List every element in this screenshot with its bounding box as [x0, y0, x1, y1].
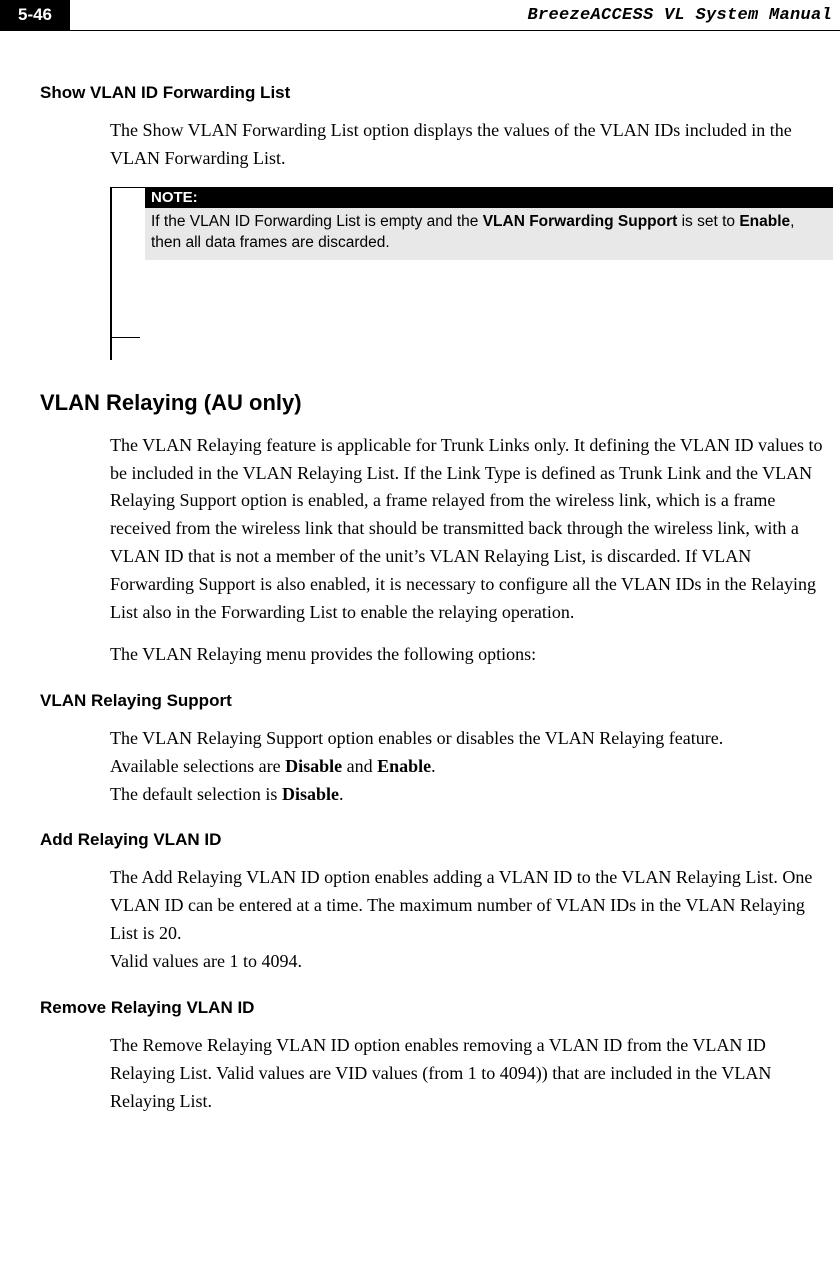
heading-remove-relaying-vlan-id: Remove Relaying VLAN ID [40, 998, 832, 1018]
body-text: The Show VLAN Forwarding List option dis… [110, 117, 832, 173]
note-bold: VLAN Forwarding Support [483, 213, 678, 230]
paragraph: The VLAN Relaying feature is applicable … [110, 432, 832, 627]
callout-line-bottom [110, 337, 140, 339]
text: Available selections are [110, 756, 285, 776]
text: The default selection is [110, 784, 282, 804]
paragraph: The Add Relaying VLAN ID option enables … [110, 864, 832, 948]
heading-vlan-relaying-support: VLAN Relaying Support [40, 691, 832, 711]
callout-line-vert [110, 187, 112, 360]
page-number: 5-46 [0, 0, 70, 30]
note-text: If the VLAN ID Forwarding List is empty … [151, 213, 483, 230]
body-text: The Add Relaying VLAN ID option enables … [110, 864, 832, 976]
bold-text: Disable [285, 756, 342, 776]
paragraph: The Remove Relaying VLAN ID option enabl… [110, 1032, 832, 1116]
manual-title: BreezeACCESS VL System Manual [70, 0, 840, 30]
body-text: The VLAN Relaying feature is applicable … [110, 432, 832, 669]
paragraph: The default selection is Disable. [110, 781, 832, 809]
paragraph: Available selections are Disable and Ena… [110, 753, 832, 781]
page-content: Show VLAN ID Forwarding List The Show VL… [0, 31, 840, 1116]
callout-line-top [110, 187, 145, 189]
paragraph: The VLAN Relaying menu provides the foll… [110, 641, 832, 669]
note-body: If the VLAN ID Forwarding List is empty … [145, 208, 833, 260]
text: and [342, 756, 377, 776]
text: . [431, 756, 436, 776]
note-text: is set to [677, 213, 739, 230]
body-text: The VLAN Relaying Support option enables… [110, 725, 832, 809]
bold-text: Enable [377, 756, 431, 776]
page-header: 5-46 BreezeACCESS VL System Manual [0, 0, 840, 31]
heading-show-vlan-id: Show VLAN ID Forwarding List [40, 83, 832, 103]
paragraph: Valid values are 1 to 4094. [110, 948, 832, 976]
note-box: NOTE: If the VLAN ID Forwarding List is … [145, 187, 833, 260]
heading-add-relaying-vlan-id: Add Relaying VLAN ID [40, 830, 832, 850]
paragraph: The Show VLAN Forwarding List option dis… [110, 117, 832, 173]
paragraph: The VLAN Relaying Support option enables… [110, 725, 832, 753]
text: . [339, 784, 344, 804]
note-label: NOTE: [145, 187, 833, 208]
body-text: The Remove Relaying VLAN ID option enabl… [110, 1032, 832, 1116]
heading-vlan-relaying: VLAN Relaying (AU only) [40, 390, 832, 416]
bold-text: Disable [282, 784, 339, 804]
note-bold: Enable [739, 213, 790, 230]
